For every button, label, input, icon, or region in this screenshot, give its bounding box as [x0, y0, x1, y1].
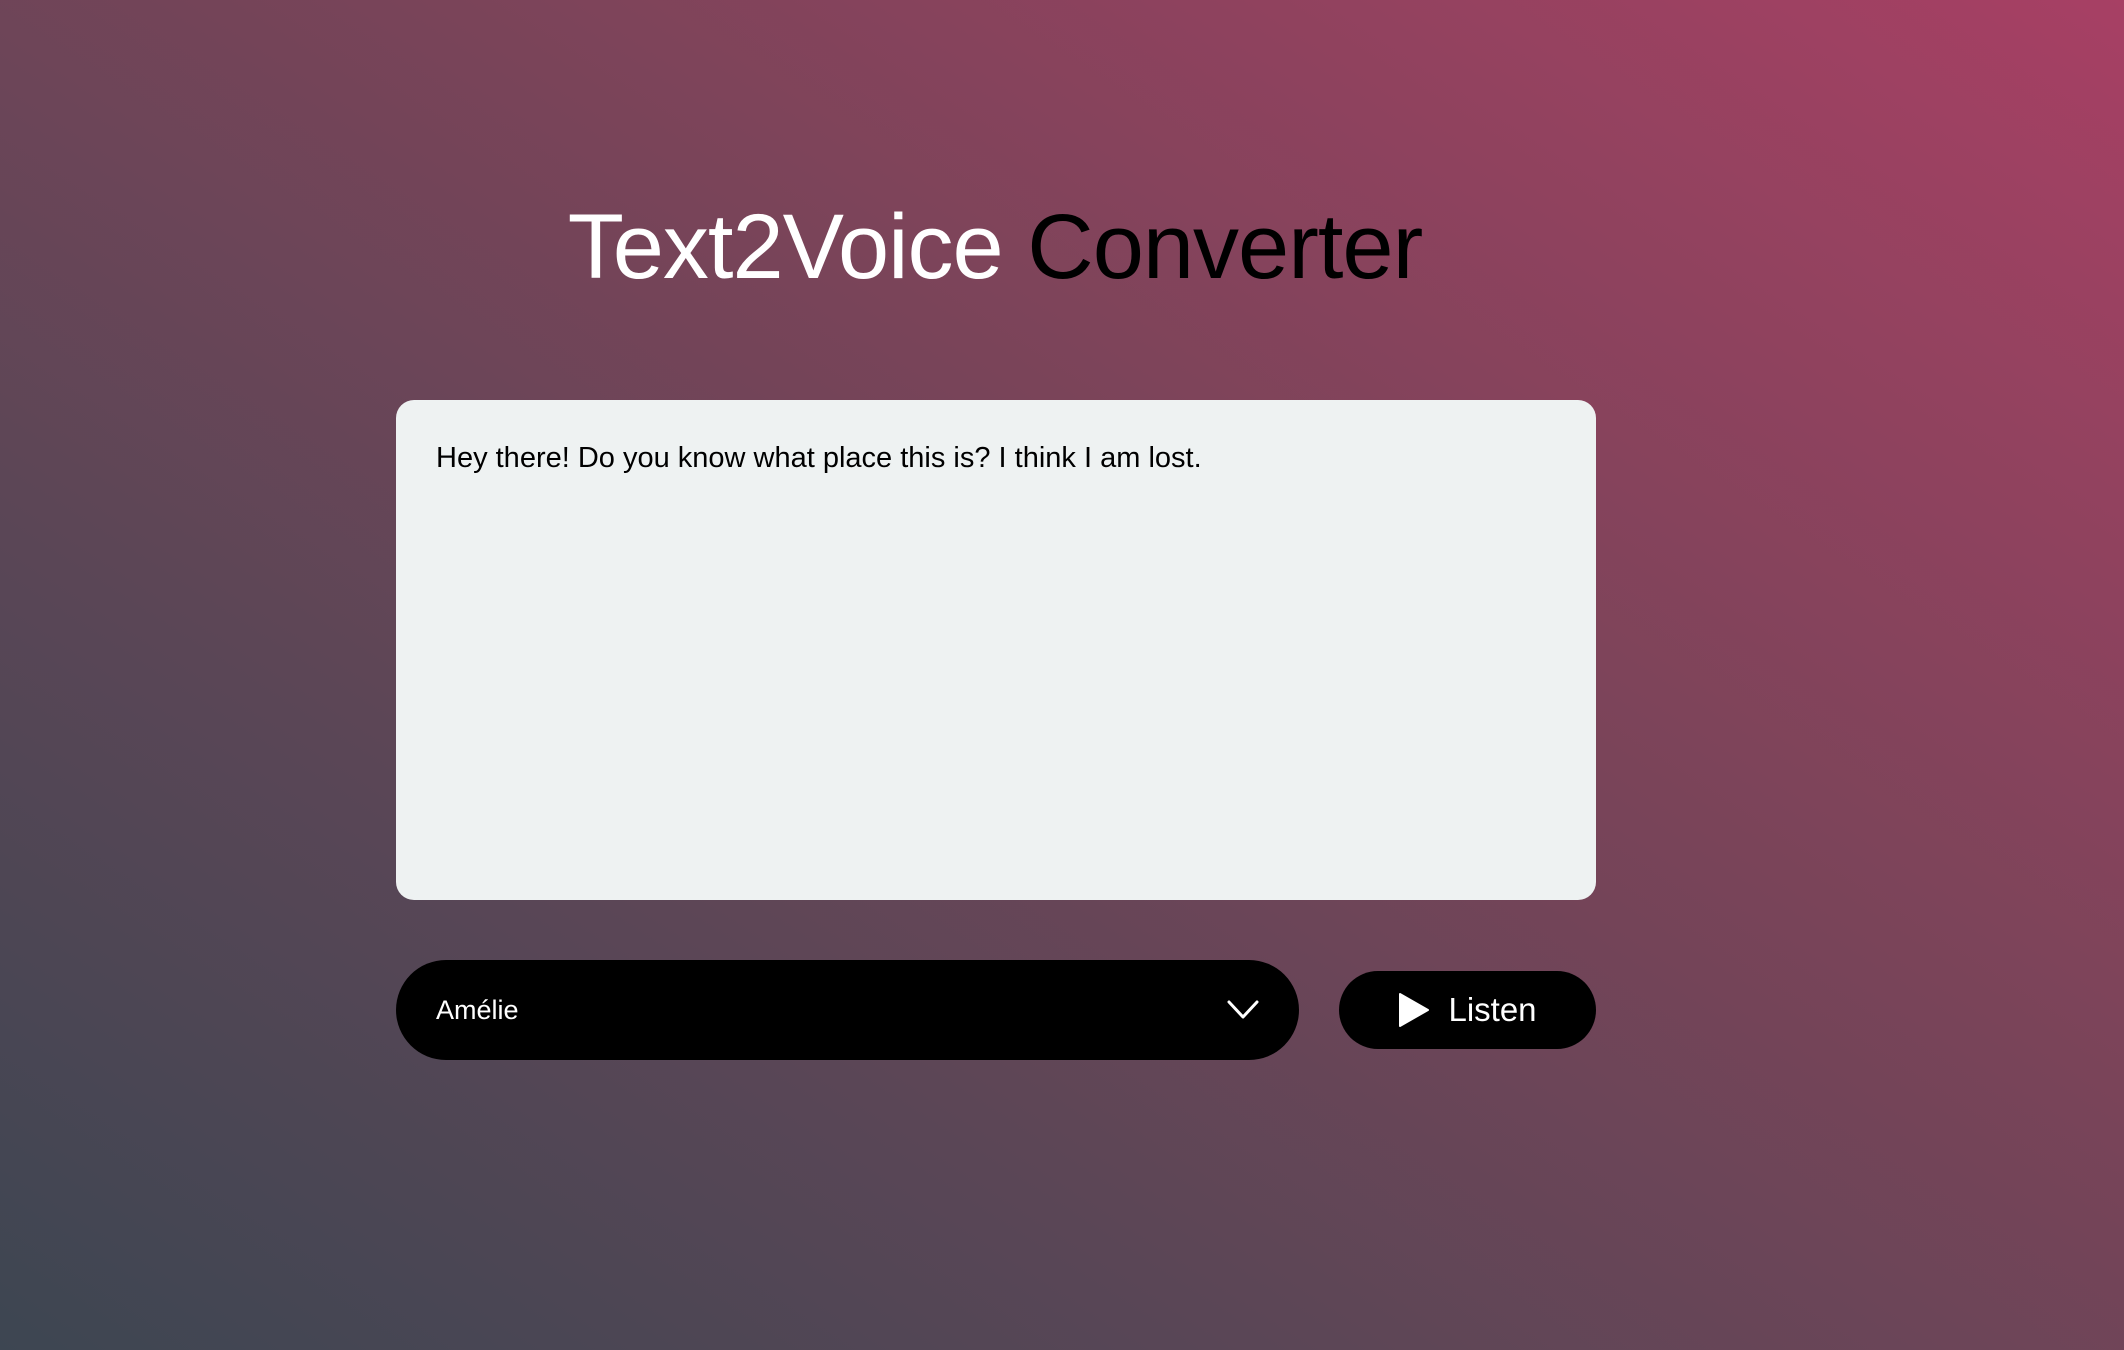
- play-icon: [1398, 992, 1430, 1028]
- listen-button-label: Listen: [1448, 991, 1537, 1028]
- title-converter: Converter: [1027, 196, 1423, 298]
- page-title: Text2Voice Converter: [0, 192, 1990, 302]
- voice-select-value: Amélie: [436, 994, 519, 1025]
- voice-select[interactable]: Amélie: [396, 960, 1299, 1060]
- chevron-down-icon: [1227, 1000, 1259, 1020]
- text-input[interactable]: Hey there! Do you know what place this i…: [396, 400, 1596, 900]
- title-text2voice: Text2Voice: [567, 196, 1004, 298]
- listen-button[interactable]: Listen: [1339, 971, 1596, 1049]
